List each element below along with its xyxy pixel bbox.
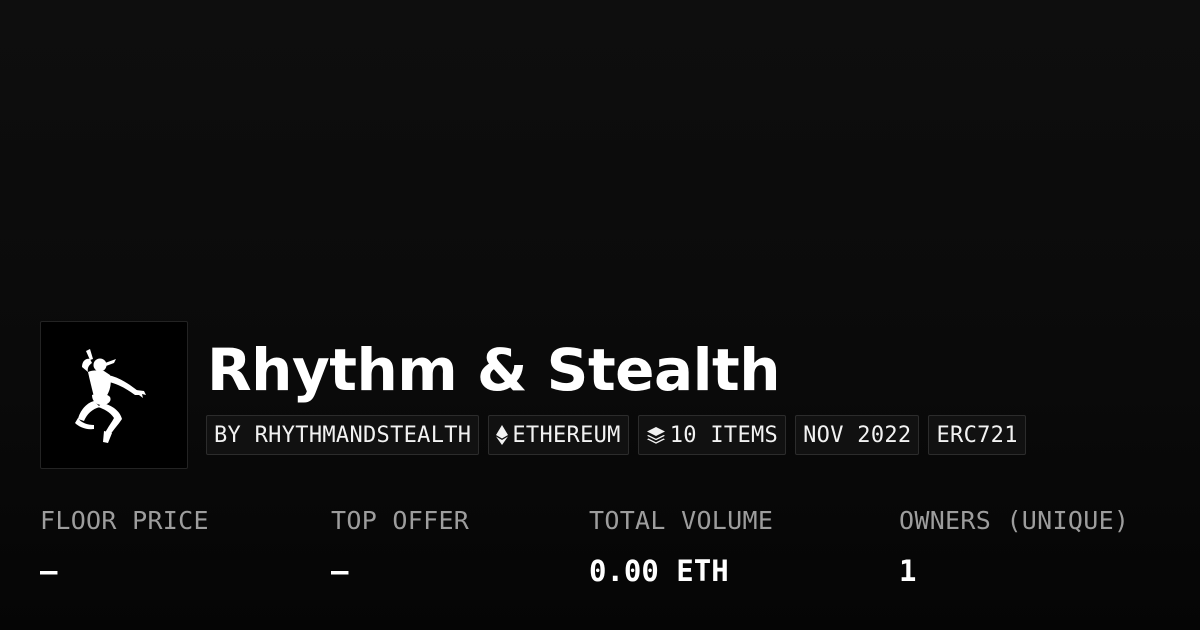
standard-tag-label: ERC721 [936,422,1018,448]
chain-tag-label: ETHEREUM [512,422,621,448]
creator-tag-label: BY RHYTHMANDSTEALTH [214,422,472,448]
chain-tag[interactable]: ETHEREUM [488,415,629,455]
total-volume-stat: TOTAL VOLUME 0.00 ETH [589,503,773,589]
items-tag[interactable]: 10 ITEMS [637,415,787,455]
ethereum-icon [496,425,509,445]
standard-tag: ERC721 [928,415,1026,455]
layers-icon [646,426,666,444]
items-tag-label: 10 ITEMS [669,422,779,448]
owners-stat: OWNERS (UNIQUE) 1 [899,503,1129,589]
date-tag: NOV 2022 [795,415,920,455]
total-volume-label: TOTAL VOLUME [589,506,774,535]
floor-price-stat: FLOOR PRICE – [40,503,209,589]
total-volume-value: 0.00 ETH [589,554,729,588]
collection-logo[interactable] [40,321,188,469]
collection-tags: BY RHYTHMANDSTEALTH ETHEREUM 10 ITEMS NO… [206,415,1026,455]
floor-price-label: FLOOR PRICE [40,506,209,535]
collection-title: Rhythm & Stealth [207,336,781,404]
top-offer-value: – [331,554,349,588]
top-offer-stat: TOP OFFER – [331,503,469,589]
creator-tag[interactable]: BY RHYTHMANDSTEALTH [206,415,480,455]
date-tag-label: NOV 2022 [803,422,912,448]
owners-value: 1 [899,554,917,588]
top-offer-label: TOP OFFER [331,506,470,535]
dancing-ninja-silhouette-icon [75,349,146,443]
owners-label: OWNERS (UNIQUE) [899,506,1130,535]
floor-price-value: – [40,554,58,588]
